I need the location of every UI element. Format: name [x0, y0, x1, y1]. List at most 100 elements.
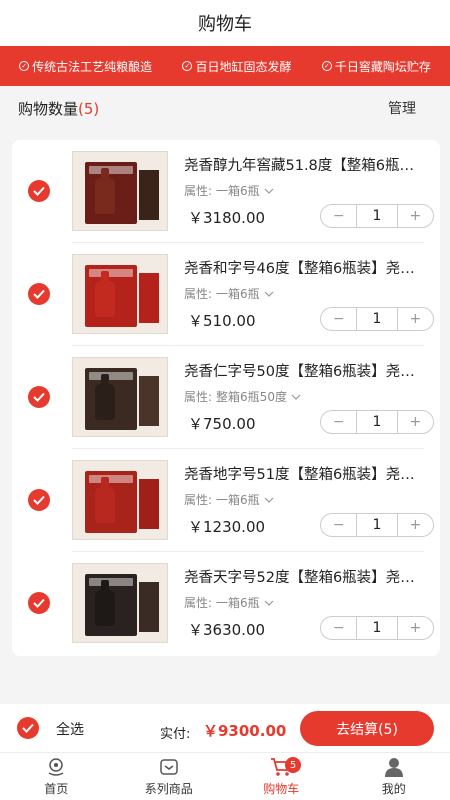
- product-attribute[interactable]: 属性: 一箱6瓶: [184, 594, 274, 611]
- item-checkbox[interactable]: [28, 180, 50, 202]
- item-checkbox[interactable]: [28, 592, 50, 614]
- decrement-button[interactable]: −: [321, 617, 356, 639]
- product-image[interactable]: [72, 460, 168, 540]
- chevron-down-icon: [264, 600, 274, 606]
- product-title[interactable]: 尧香醇九年窖藏51.8度【整箱6瓶装】: [184, 154, 424, 175]
- cart-item: 尧香仁字号50度【整箱6瓶装】尧香仁字号 属性: 整箱6瓶50度 ￥750.00…: [12, 346, 440, 449]
- tab-cart[interactable]: 购物车 5: [225, 753, 338, 800]
- increment-button[interactable]: +: [398, 617, 433, 639]
- chevron-down-icon: [264, 188, 274, 194]
- attr-value: 整箱6瓶50度: [216, 390, 287, 404]
- quantity-stepper: − 1 +: [320, 410, 434, 434]
- quantity-stepper: − 1 +: [320, 307, 434, 331]
- product-bottle: [95, 168, 115, 214]
- promo-text: 百日地缸固态发酵: [195, 59, 292, 74]
- increment-button[interactable]: +: [398, 308, 433, 330]
- product-bottle: [95, 374, 115, 420]
- decrement-button[interactable]: −: [321, 205, 356, 227]
- product-image[interactable]: [72, 254, 168, 334]
- product-attribute[interactable]: 属性: 一箱6瓶: [184, 182, 274, 199]
- checkout-bar: 全选 实付: ￥9300.00 去结算(5): [0, 704, 450, 752]
- cart-list: 尧香醇九年窖藏51.8度【整箱6瓶装】 属性: 一箱6瓶 ￥3180.00 − …: [12, 140, 440, 656]
- quantity-value[interactable]: 1: [356, 617, 398, 639]
- product-image[interactable]: [72, 151, 168, 231]
- increment-button[interactable]: +: [398, 411, 433, 433]
- chevron-down-icon: [264, 497, 274, 503]
- cart-item: 尧香地字号51度【整箱6瓶装】尧香地字号 属性: 一箱6瓶 ￥1230.00 −…: [12, 449, 440, 552]
- paid-total: ￥9300.00: [203, 722, 287, 740]
- product-attribute[interactable]: 属性: 整箱6瓶50度: [184, 388, 301, 405]
- product-bottle: [95, 477, 115, 523]
- tab-label: 首页: [44, 782, 69, 796]
- attr-value: 一箱6瓶: [216, 184, 260, 198]
- tab-profile[interactable]: 我的: [338, 753, 450, 800]
- manage-button[interactable]: 管理: [388, 98, 432, 118]
- quantity-value[interactable]: 1: [356, 308, 398, 330]
- bottom-tabbar: 首页 系列商品 购物车 5 我的: [0, 752, 450, 800]
- attr-label: 属性:: [184, 596, 213, 610]
- product-bottle: [95, 271, 115, 317]
- product-title[interactable]: 尧香仁字号50度【整箱6瓶装】尧香仁字号: [184, 360, 424, 381]
- product-side: [139, 582, 159, 632]
- promo-item: ✓ 传统古法工艺纯粮酿造: [19, 58, 152, 75]
- page-title: 购物车: [198, 14, 252, 35]
- cart-item: 尧香醇九年窖藏51.8度【整箱6瓶装】 属性: 一箱6瓶 ￥3180.00 − …: [12, 140, 440, 243]
- attr-label: 属性:: [184, 287, 213, 301]
- product-side: [139, 170, 159, 220]
- checkmark-icon: [33, 495, 45, 505]
- promo-text: 千日窖藏陶坛贮存: [334, 59, 431, 74]
- decrement-button[interactable]: −: [321, 514, 356, 536]
- quantity-value[interactable]: 1: [356, 205, 398, 227]
- item-checkbox[interactable]: [28, 489, 50, 511]
- cart-count-value: (5): [78, 99, 100, 118]
- attr-label: 属性:: [184, 390, 213, 404]
- product-attribute[interactable]: 属性: 一箱6瓶: [184, 285, 274, 302]
- product-price: ￥3630.00: [188, 621, 266, 639]
- product-image[interactable]: [72, 563, 168, 643]
- quantity-stepper: − 1 +: [320, 513, 434, 537]
- product-price: ￥750.00: [188, 415, 256, 433]
- decrement-button[interactable]: −: [321, 308, 356, 330]
- check-circle-icon: ✓: [182, 61, 193, 71]
- chevron-down-icon: [291, 394, 301, 400]
- quantity-value[interactable]: 1: [356, 411, 398, 433]
- checkout-button[interactable]: 去结算(5): [300, 711, 434, 746]
- product-image[interactable]: [72, 357, 168, 437]
- checkmark-icon: [33, 289, 45, 299]
- tab-products[interactable]: 系列商品: [113, 753, 226, 800]
- select-all-checkbox[interactable]: [17, 717, 39, 739]
- check-circle-icon: ✓: [321, 61, 332, 71]
- increment-button[interactable]: +: [398, 514, 433, 536]
- cart-count-label: 购物数量: [18, 99, 79, 118]
- product-attribute[interactable]: 属性: 一箱6瓶: [184, 491, 274, 508]
- cart-badge: 5: [285, 757, 301, 773]
- product-side: [139, 479, 159, 529]
- chevron-down-icon: [264, 291, 274, 297]
- attr-value: 一箱6瓶: [216, 493, 260, 507]
- promo-item: ✓ 千日窖藏陶坛贮存: [321, 58, 431, 75]
- product-price: ￥510.00: [188, 312, 256, 330]
- attr-value: 一箱6瓶: [216, 596, 260, 610]
- product-side: [139, 376, 159, 426]
- checkmark-icon: [33, 392, 45, 402]
- product-side: [139, 273, 159, 323]
- tab-home[interactable]: 首页: [0, 753, 113, 800]
- attr-label: 属性:: [184, 184, 213, 198]
- item-checkbox[interactable]: [28, 386, 50, 408]
- decrement-button[interactable]: −: [321, 411, 356, 433]
- tab-label: 系列商品: [144, 782, 193, 796]
- cart-item: 尧香和字号46度【整箱6瓶装】尧香和字号 属性: 一箱6瓶 ￥510.00 − …: [12, 243, 440, 346]
- product-title[interactable]: 尧香地字号51度【整箱6瓶装】尧香地字号: [184, 463, 424, 484]
- quantity-value[interactable]: 1: [356, 514, 398, 536]
- product-title[interactable]: 尧香天字号52度【整箱6瓶装】尧香天字号: [184, 566, 424, 587]
- attr-label: 属性:: [184, 493, 213, 507]
- cart-count: 购物数量(5): [18, 98, 99, 119]
- item-checkbox[interactable]: [28, 283, 50, 305]
- select-all-label[interactable]: 全选: [56, 719, 84, 739]
- product-title[interactable]: 尧香和字号46度【整箱6瓶装】尧香和字号: [184, 257, 424, 278]
- increment-button[interactable]: +: [398, 205, 433, 227]
- tab-label: 购物车: [263, 782, 300, 796]
- cart-count-bar: 购物数量(5) 管理: [0, 86, 450, 130]
- products-icon: [157, 756, 181, 778]
- promo-text: 传统古法工艺纯粮酿造: [32, 59, 153, 74]
